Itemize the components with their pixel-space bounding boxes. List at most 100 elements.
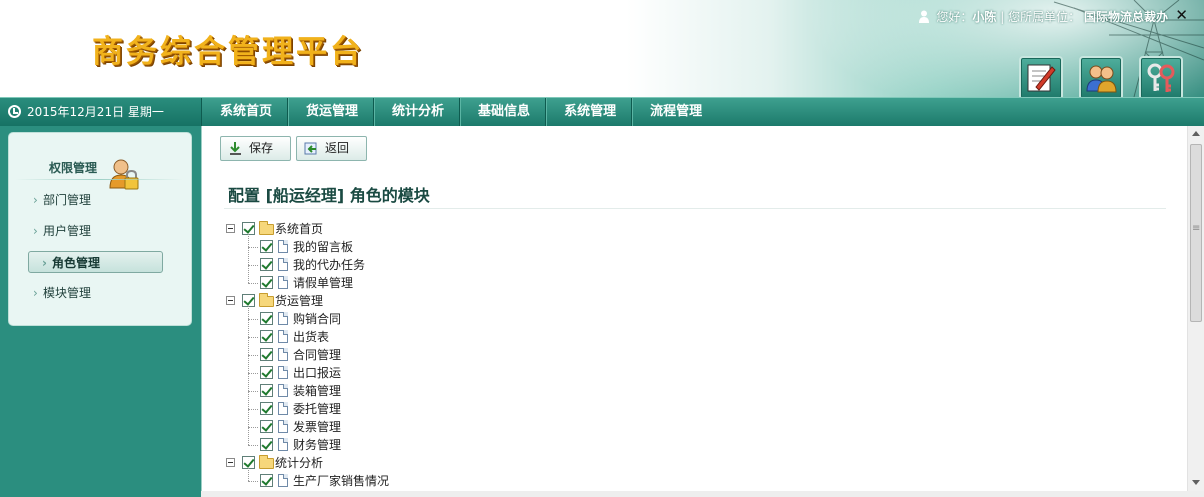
tree-leaf: 委托管理 [226,400,446,418]
sidebar: 权限管理 部门管理 用户管理 角色管理 模块管理 [0,126,201,497]
tree-checkbox[interactable] [260,474,273,487]
tree-leaf: 请假单管理 [226,274,446,292]
tree-node: 统计分析 [226,454,426,472]
tree-checkbox[interactable] [260,258,273,271]
menu-item-basic-info[interactable]: 基础信息 [460,98,547,126]
keys-button[interactable] [1139,56,1183,97]
folder-icon [259,293,274,307]
tree-leaf-label[interactable]: 出口报运 [293,364,341,382]
tree-leaf-label[interactable]: 合同管理 [293,346,341,364]
back-button[interactable]: 返回 [296,136,367,161]
tree-connector [248,306,249,445]
folder-icon [259,221,274,235]
tree-leaf: 购销合同 [226,310,446,328]
tree-leaf-label[interactable]: 我的留言板 [293,238,353,256]
collapse-toggle-icon[interactable] [226,296,235,305]
tree-checkbox[interactable] [260,420,273,433]
tree-node-label[interactable]: 货运管理 [275,292,323,310]
document-icon [278,312,288,325]
panel-title: 权限管理 [49,161,98,175]
users-icon [1086,65,1117,93]
tree-checkbox[interactable] [260,312,273,325]
tree-leaf-label[interactable]: 财务管理 [293,436,341,454]
document-icon [278,402,288,415]
tree-checkbox[interactable] [260,276,273,289]
document-icon [278,438,288,451]
document-icon [278,420,288,433]
tree-leaf: 我的留言板 [226,238,446,256]
clock-icon [8,105,21,118]
tree-leaf-label[interactable]: 请假单管理 [293,274,353,292]
org-label: 您所属单位： [1008,10,1081,24]
sidebar-item-roles[interactable]: 角色管理 [28,251,163,274]
back-label: 返回 [325,141,350,155]
users-button[interactable] [1079,56,1123,97]
vertical-scrollbar[interactable] [1187,126,1204,491]
page-title: 配置 [船运经理] 角色的模块 [228,186,430,205]
collapse-toggle-icon[interactable] [226,224,235,233]
tree-checkbox[interactable] [260,366,273,379]
save-button[interactable]: 保存 [220,136,291,161]
tree-checkbox[interactable] [260,330,273,343]
tree-leaf-label[interactable]: 出货表 [293,328,329,346]
main-menu: 系统首页 货运管理 统计分析 基础信息 系统管理 流程管理 [201,98,717,126]
menu-item-home[interactable]: 系统首页 [202,98,289,126]
sidebar-item-modules[interactable]: 模块管理 [20,282,155,304]
document-icon [278,384,288,397]
tree-leaf: 生产厂家销售情况 [226,472,446,490]
keys-icon [1147,63,1175,92]
tree-checkbox[interactable] [260,402,273,415]
document-icon [278,240,288,253]
sidebar-item-departments[interactable]: 部门管理 [20,189,155,211]
folder-icon [259,455,274,469]
menu-item-statistics[interactable]: 统计分析 [374,98,461,126]
save-icon [230,142,241,155]
sidebar-item-users[interactable]: 用户管理 [20,220,155,242]
tree-checkbox[interactable] [260,348,273,361]
back-icon [304,142,317,155]
document-icon [278,348,288,361]
menu-item-workflow[interactable]: 流程管理 [632,98,717,126]
tree-leaf-label[interactable]: 生产厂家销售情况 [293,472,389,490]
tree-checkbox[interactable] [260,384,273,397]
tree-checkbox[interactable] [260,438,273,451]
tree-checkbox[interactable] [260,240,273,253]
document-icon [278,474,288,487]
tree-leaf-label[interactable]: 我的代办任务 [293,256,365,274]
document-icon [278,366,288,379]
tree-connector [248,468,249,481]
save-label: 保存 [249,141,274,155]
date-text: 2015年12月21日 星期一 [27,105,164,119]
tree-node-label[interactable]: 系统首页 [275,220,323,238]
tree-leaf-label[interactable]: 委托管理 [293,400,341,418]
tree-leaf: 出口报运 [226,364,446,382]
tree-leaf-label[interactable]: 购销合同 [293,310,341,328]
menu-item-system[interactable]: 系统管理 [546,98,633,126]
date-display: 2015年12月21日 星期一 [0,98,201,126]
scroll-up-icon[interactable] [1192,131,1200,136]
tree-leaf-label[interactable]: 装箱管理 [293,382,341,400]
scroll-down-icon[interactable] [1192,480,1200,485]
tree-connector [248,234,249,283]
document-icon [278,258,288,271]
tree-node: 系统首页 [226,220,426,238]
tree-leaf: 发票管理 [226,418,446,436]
tree-leaf-label[interactable]: 发票管理 [293,418,341,436]
collapse-toggle-icon[interactable] [226,458,235,467]
edit-icon [1027,64,1056,92]
tree-leaf: 合同管理 [226,346,446,364]
title-divider [224,208,1166,209]
tree-node-label[interactable]: 统计分析 [275,454,323,472]
scroll-thumb[interactable] [1190,144,1202,322]
org-name: 国际物流总裁办 [1083,10,1168,24]
close-icon[interactable]: ✕ [1175,6,1188,24]
edit-button[interactable] [1019,56,1063,97]
separator: | [1000,10,1005,24]
horizontal-scrollbar[interactable] [201,491,1204,497]
panel-divider [15,179,183,180]
tree-leaf: 我的代办任务 [226,256,446,274]
menu-item-freight[interactable]: 货运管理 [288,98,375,126]
user-icon [918,10,929,23]
user-lock-icon [109,159,139,190]
tree-leaf: 出货表 [226,328,446,346]
